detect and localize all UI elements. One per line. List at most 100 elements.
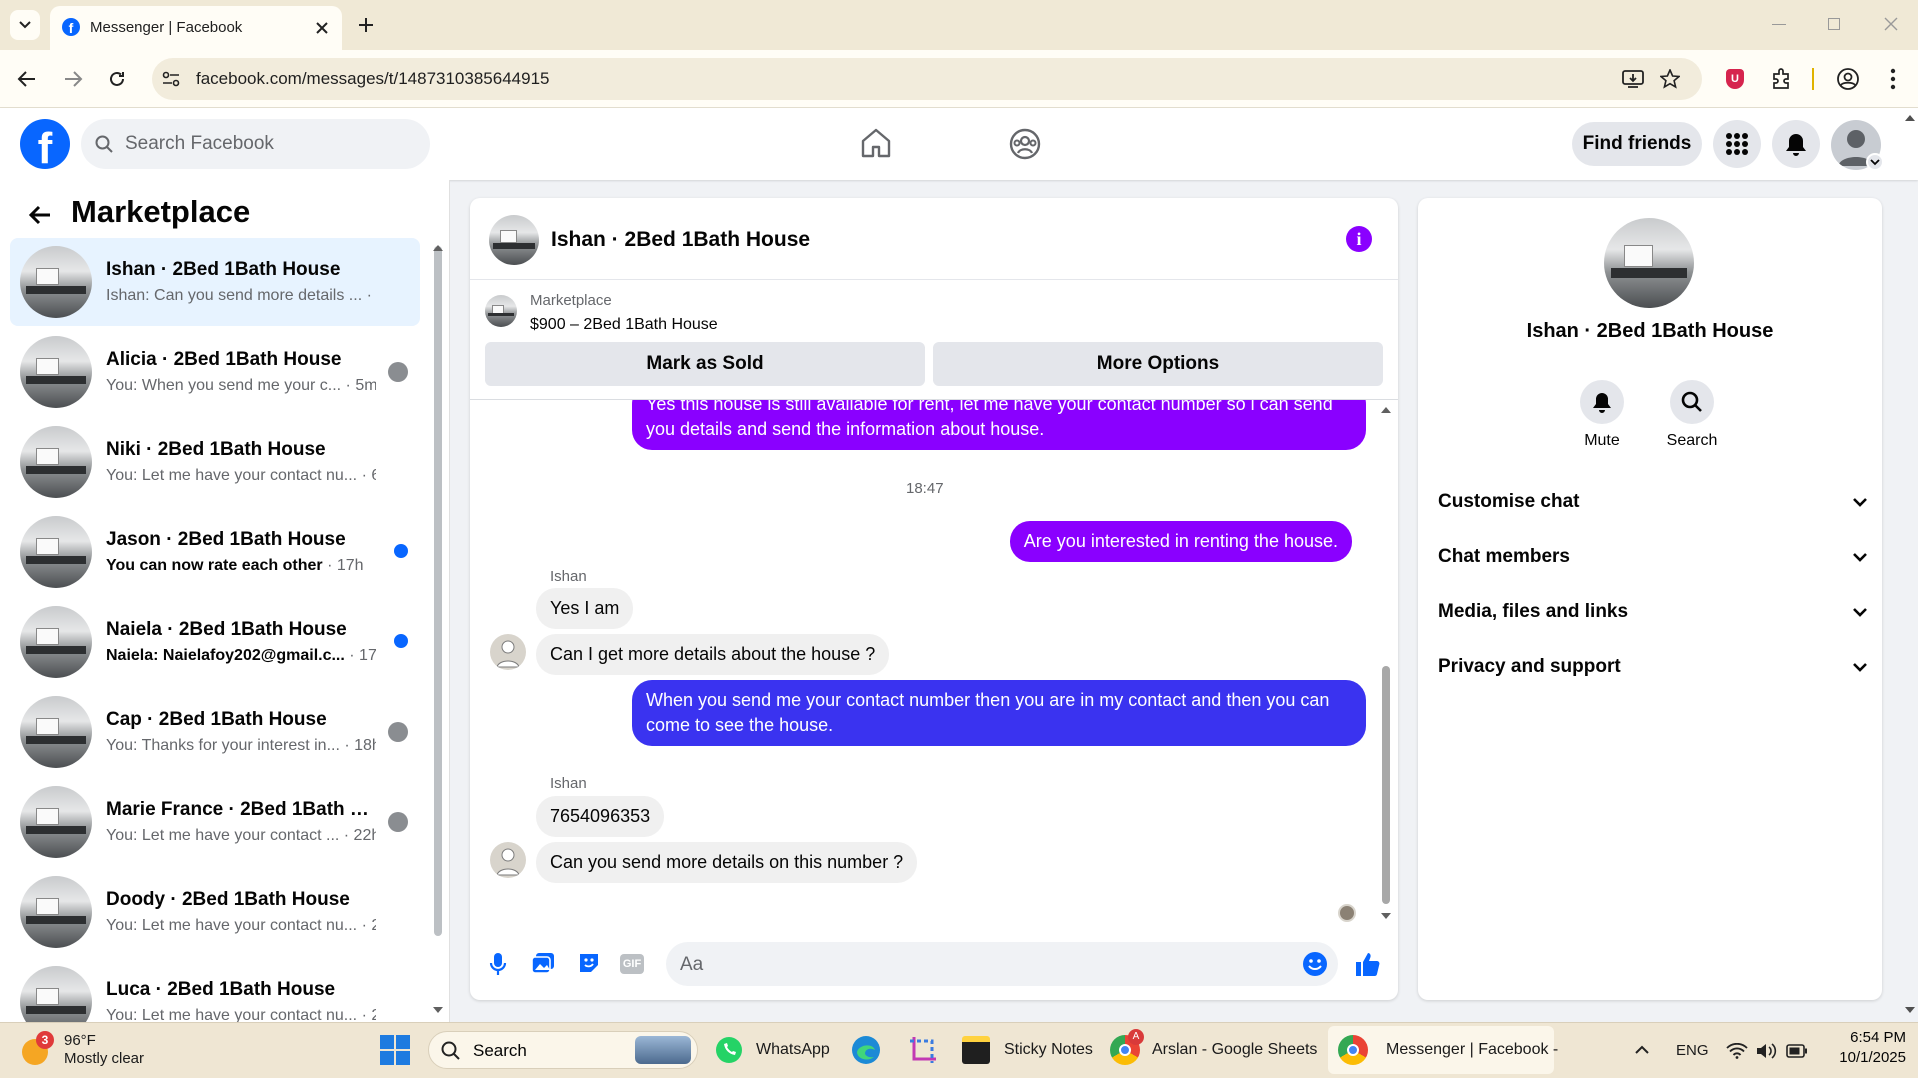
info-avatar[interactable] [1604,218,1694,308]
volume-icon[interactable] [1756,1042,1778,1060]
new-tab-icon[interactable] [358,17,374,33]
microphone-icon[interactable] [489,952,507,976]
message-outgoing[interactable]: Yes this house is still available for re… [632,400,1366,450]
info-icon[interactable]: i [1346,226,1372,252]
weather-widget[interactable]: 3 96°F Mostly clear [20,1022,144,1078]
address-bar[interactable]: facebook.com/messages/t/1487310385644915 [152,58,1702,100]
site-info-icon[interactable] [162,71,180,87]
bookmark-star-icon[interactable] [1660,69,1680,89]
taskbar-chrome-messenger[interactable]: Messenger | Facebook - [1338,1022,1558,1078]
window-close-icon[interactable] [1884,17,1898,31]
conversation-title: Alicia · 2Bed 1Bath House [106,349,342,370]
scroll-up-icon[interactable] [432,244,444,252]
sticker-icon[interactable] [577,951,601,975]
conversation-item[interactable]: Cap · 2Bed 1Bath House You: Thanks for yo… [10,688,420,776]
more-options-button[interactable]: More Options [933,342,1383,386]
conversation-item[interactable]: Luca · 2Bed 1Bath House You: Let me have … [10,958,420,1022]
seen-receipt-avatar [1338,904,1356,922]
taskbar-search[interactable]: Search [428,1031,698,1069]
taskbar-whatsapp[interactable]: WhatsApp [714,1022,830,1078]
account-chevron-icon[interactable] [1866,153,1884,171]
sidebar-scrollbar[interactable] [434,246,442,936]
notifications-button[interactable] [1772,120,1820,168]
back-icon[interactable] [17,70,37,88]
mark-as-sold-button[interactable]: Mark as Sold [485,342,925,386]
tab-messenger[interactable]: f Messenger | Facebook [50,6,342,50]
photo-icon[interactable] [531,952,555,974]
chat-avatar[interactable] [489,215,539,265]
profile-icon[interactable] [1836,67,1860,91]
listing-thumbnail[interactable] [485,295,517,327]
privacy-support-row[interactable]: Privacy and support [1438,647,1868,687]
gif-icon[interactable]: GIF [620,954,644,974]
groups-icon[interactable] [1009,128,1041,160]
customise-chat-row[interactable]: Customise chat [1438,482,1868,522]
scroll-down-icon[interactable] [432,1006,444,1014]
home-icon[interactable] [860,128,892,158]
listing-price-title[interactable]: $900 – 2Bed 1Bath House [530,316,718,334]
language-indicator[interactable]: ENG [1676,1022,1709,1078]
scroll-down-icon[interactable] [1380,912,1392,920]
like-thumb-icon[interactable] [1354,950,1382,978]
battery-icon[interactable] [1786,1044,1808,1058]
bell-icon [1786,134,1806,156]
media-files-links-row[interactable]: Media, files and links [1438,592,1868,632]
scroll-up-icon[interactable] [1380,406,1392,414]
reload-icon[interactable] [108,70,126,88]
conversation-preview: You: Let me have your contact nu... [106,467,358,484]
chat-members-row[interactable]: Chat members [1438,537,1868,577]
window-restore-icon[interactable] [1828,18,1840,30]
sender-avatar[interactable] [490,842,526,878]
sender-avatar[interactable] [490,634,526,670]
message-incoming[interactable]: Yes I am [536,588,634,629]
separator-dot: · [362,287,376,304]
taskbar-edge[interactable] [850,1022,882,1078]
chat-scrollbar[interactable] [1382,666,1390,904]
chat-title[interactable]: Ishan · 2Bed 1Bath House [551,228,810,252]
read-receipt-avatar [388,362,408,382]
browser-menu-icon[interactable] [1890,68,1896,90]
mute-button[interactable] [1580,380,1624,424]
message-outgoing[interactable]: Are you interested in renting the house. [1009,521,1352,562]
chevron-down-icon [1853,608,1867,617]
start-button[interactable] [380,1022,410,1078]
message-outgoing[interactable]: When you send me your contact number the… [632,680,1366,746]
back-arrow-icon[interactable] [28,204,52,226]
extensions-puzzle-icon[interactable] [1770,68,1792,90]
close-icon[interactable] [316,22,328,34]
ublock-extension-icon[interactable]: U [1726,69,1744,89]
conversation-item[interactable]: Ishan · 2Bed 1Bath House Ishan: Can you s… [10,238,420,326]
page-scroll-up-icon[interactable] [1904,114,1916,122]
conversation-item[interactable]: Jason · 2Bed 1Bath House You can now rate… [10,508,420,596]
search-highlight-image [635,1036,691,1064]
conversation-item[interactable]: Naiela · 2Bed 1Bath House Naiela: Naielaf… [10,598,420,686]
message-incoming[interactable]: 7654096353 [536,796,665,837]
conversation-preview-line: You: Let me have your contact nu... · 6m [106,467,376,485]
facebook-logo-icon[interactable]: f [20,119,70,169]
tray-overflow-chevron-icon[interactable] [1634,1045,1650,1055]
clock[interactable]: 6:54 PM 10/1/2025 [1826,1028,1906,1068]
taskbar-sticky-notes[interactable]: Sticky Notes [962,1022,1093,1078]
taskbar-chrome-sheets[interactable]: A Arslan - Google Sheets [1110,1022,1317,1078]
facebook-search-input[interactable]: Search Facebook [81,119,430,169]
snipping-tool-icon [910,1037,936,1063]
wifi-icon[interactable] [1726,1043,1748,1059]
window-minimize-icon[interactable] [1772,24,1786,25]
find-friends-button[interactable]: Find friends [1572,122,1702,166]
emoji-icon[interactable] [1302,951,1328,977]
conversation-item[interactable]: Niki · 2Bed 1Bath House You: Let me have … [10,418,420,506]
taskbar-snipping-tool[interactable] [908,1022,938,1078]
forward-icon[interactable] [63,70,83,88]
conversation-item[interactable]: Doody · 2Bed 1Bath House You: Let me have… [10,868,420,956]
install-app-icon[interactable] [1622,69,1644,89]
menu-grid-button[interactable] [1713,120,1761,168]
conversation-item[interactable]: Marie France · 2Bed 1Bath Ho... You: Let … [10,778,420,866]
message-incoming[interactable]: Can you send more details on this number… [536,842,918,883]
message-input[interactable]: Aa [666,942,1338,986]
page-scroll-down-icon[interactable] [1904,1006,1916,1014]
search-in-conversation-button[interactable] [1670,380,1714,424]
conversation-item[interactable]: Alicia · 2Bed 1Bath House You: When you s… [10,328,420,416]
message-incoming[interactable]: Can I get more details about the house ? [536,634,890,675]
conversation-title: Luca · 2Bed 1Bath House [106,979,336,1000]
tab-list-button[interactable] [10,10,40,40]
